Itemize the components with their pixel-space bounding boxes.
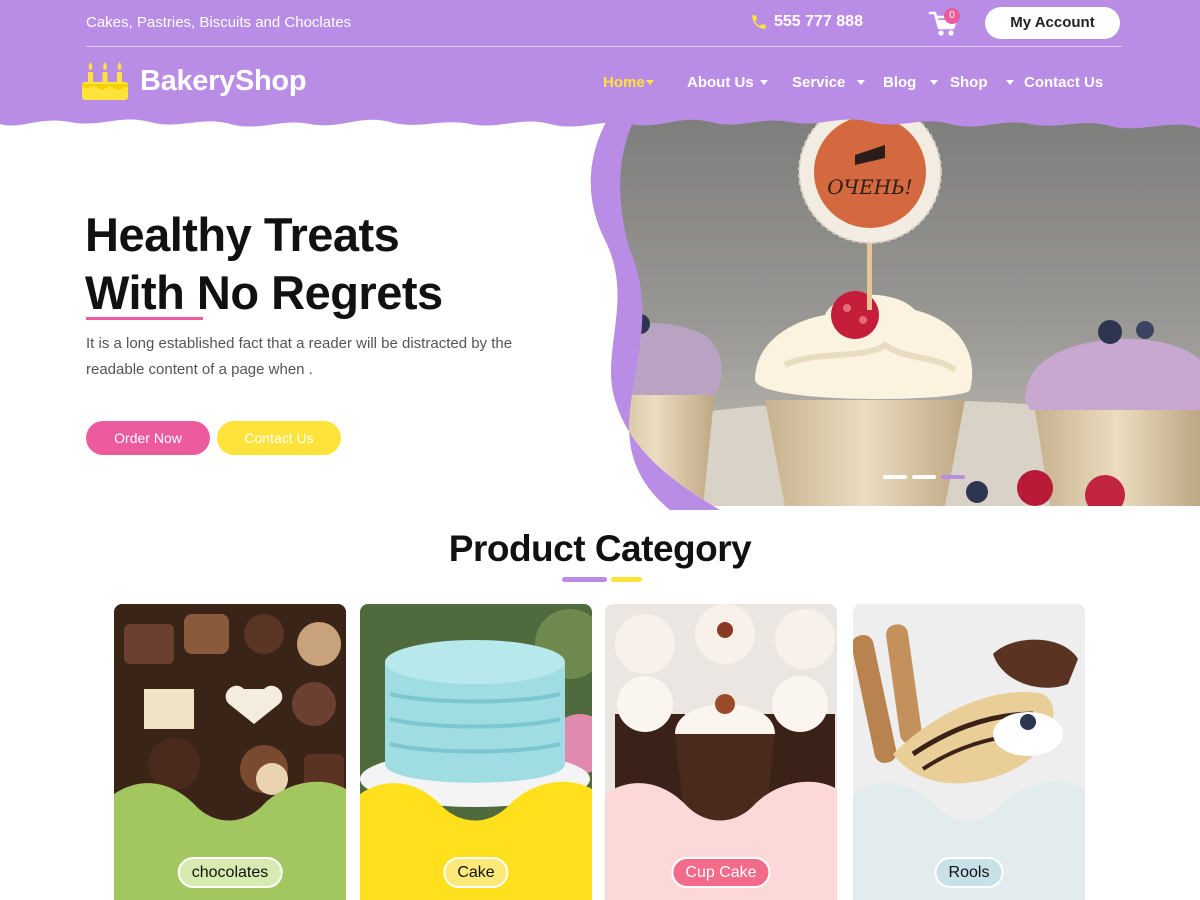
main-nav: Home About Us Service Blog Shop Contact …: [0, 74, 1200, 96]
cake-topper-text: ОЧЕНЬ!: [827, 175, 912, 199]
slide-dot-1[interactable]: [883, 475, 907, 479]
slider-pagination: [883, 475, 965, 479]
chevron-down-icon: [1005, 80, 1014, 85]
nav-item-label: Contact Us: [1024, 74, 1104, 91]
hero-purple-wave: [560, 100, 720, 510]
slide-dot-2[interactable]: [912, 475, 936, 479]
hero-title-line-2: With No Regrets: [85, 266, 443, 319]
category-card-rools[interactable]: Rools: [853, 604, 1085, 900]
tagline: Cakes, Pastries, Biscuits and Choclates: [86, 14, 352, 31]
my-account-button[interactable]: My Account: [985, 7, 1120, 39]
cart-count-badge: 0: [944, 8, 960, 24]
category-card-chocolates[interactable]: chocolates: [114, 604, 346, 900]
hero-title-line-1: Healthy Treats: [85, 208, 400, 261]
chevron-down-icon: [759, 80, 768, 85]
category-label[interactable]: Cup Cake: [671, 857, 771, 888]
nav-item-home[interactable]: Home: [603, 74, 654, 91]
hero-title-underline: [86, 317, 203, 320]
phone-number: 555 777 888: [774, 13, 863, 30]
nav-item-label: Home: [603, 74, 645, 91]
hero-description: It is a long established fact that a rea…: [86, 335, 513, 378]
product-category-heading: Product Category: [448, 528, 752, 569]
nav-item-label: Shop: [950, 74, 988, 91]
category-label[interactable]: Rools: [934, 857, 1004, 888]
heading-accent-bar: [562, 577, 607, 582]
nav-item-service[interactable]: Service: [792, 74, 866, 91]
hero-title: Healthy Treats With No Regrets: [85, 206, 443, 322]
nav-item-contact-us[interactable]: Contact Us: [1024, 74, 1103, 91]
category-card-cake[interactable]: Cake: [360, 604, 592, 900]
category-label[interactable]: Cake: [443, 857, 509, 888]
phone-icon: [752, 15, 766, 29]
category-label[interactable]: chocolates: [177, 857, 283, 888]
order-now-button[interactable]: Order Now: [86, 421, 210, 455]
nav-item-label: About Us: [687, 74, 754, 91]
nav-item-blog[interactable]: Blog: [883, 74, 939, 91]
nav-item-label: Blog: [883, 74, 917, 91]
top-bar: Cakes, Pastries, Biscuits and Choclates …: [86, 0, 1122, 47]
heading-accent-bar: [611, 577, 642, 582]
chevron-down-icon: [857, 80, 866, 85]
chevron-down-icon: [645, 80, 654, 85]
nav-item-label: Service: [792, 74, 846, 91]
nav-item-about-us[interactable]: About Us: [687, 74, 768, 91]
phone-contact[interactable]: 555 777 888: [750, 13, 863, 31]
site-header: Cakes, Pastries, Biscuits and Choclates …: [0, 0, 1200, 140]
contact-us-button[interactable]: Contact Us: [217, 421, 341, 455]
category-card-cup-cake[interactable]: Cup Cake: [605, 604, 837, 900]
chevron-down-icon: [930, 80, 939, 85]
slide-dot-3[interactable]: [941, 475, 965, 479]
nav-item-shop[interactable]: Shop: [950, 74, 1014, 91]
